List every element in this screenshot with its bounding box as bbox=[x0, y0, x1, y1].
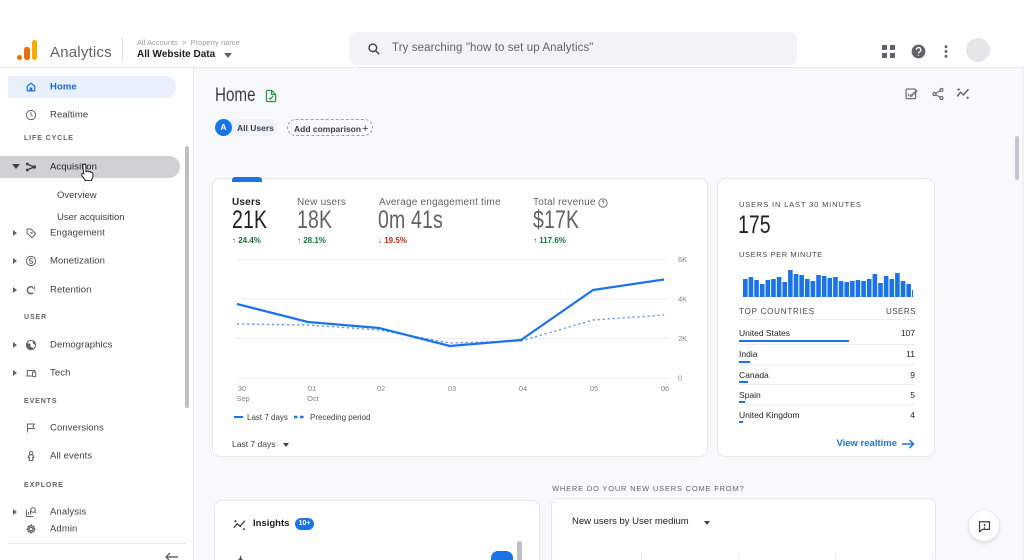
svg-text:Preceding period: Preceding period bbox=[310, 413, 370, 422]
svg-text:06: 06 bbox=[661, 384, 669, 393]
svg-text:Sep: Sep bbox=[236, 394, 249, 403]
svg-text:6K: 6K bbox=[678, 255, 687, 264]
svg-text:0: 0 bbox=[678, 374, 682, 383]
svg-text:Oct: Oct bbox=[307, 394, 320, 403]
svg-text:05: 05 bbox=[590, 384, 598, 393]
svg-text:30: 30 bbox=[238, 384, 246, 393]
svg-text:01: 01 bbox=[308, 384, 316, 393]
svg-text:04: 04 bbox=[519, 384, 527, 393]
svg-text:2K: 2K bbox=[678, 334, 687, 343]
svg-text:03: 03 bbox=[448, 384, 456, 393]
svg-text:Last 7 days: Last 7 days bbox=[247, 413, 288, 422]
svg-text:02: 02 bbox=[377, 384, 385, 393]
svg-text:4K: 4K bbox=[678, 295, 687, 304]
